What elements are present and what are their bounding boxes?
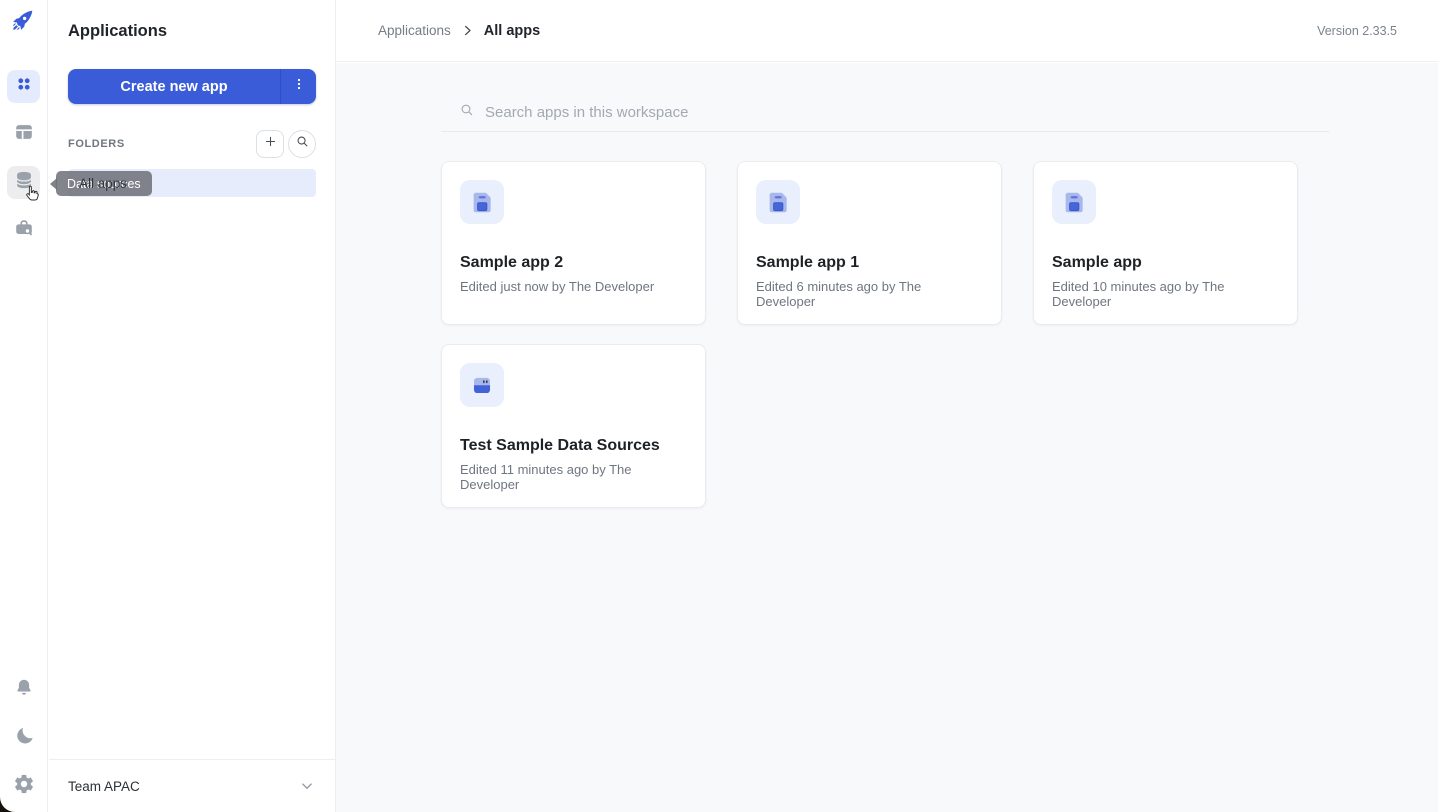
team-name: Team APAC — [68, 779, 140, 794]
app-card-title: Sample app 2 — [460, 254, 687, 272]
app-card-meta: Edited just now by The Developer — [460, 279, 687, 294]
app-card-grid: Sample app 2 Edited just now by The Deve… — [441, 161, 1361, 508]
app-card-meta: Edited 10 minutes ago by The Developer — [1052, 279, 1279, 309]
team-selector[interactable]: Team APAC — [49, 759, 335, 812]
screen-corner-artifact — [0, 795, 17, 812]
data-wallet-icon — [469, 372, 495, 398]
app-card[interactable]: Sample app Edited 10 minutes ago by The … — [1033, 161, 1298, 325]
app-icon-tile — [1052, 180, 1096, 224]
app-icon-tile — [460, 180, 504, 224]
moon-icon — [13, 725, 35, 752]
app-icon — [765, 189, 791, 215]
app-card[interactable]: Sample app 1 Edited 6 minutes ago by The… — [737, 161, 1002, 325]
kebab-icon — [291, 76, 307, 97]
app-icon — [469, 189, 495, 215]
app-card-title: Sample app — [1052, 254, 1279, 272]
app-card-meta: Edited 6 minutes ago by The Developer — [756, 279, 983, 309]
chevron-down-icon[interactable] — [298, 777, 316, 795]
version-label: Version 2.33.5 — [1317, 24, 1397, 38]
chevron-right-icon — [460, 23, 475, 38]
app-card[interactable]: Test Sample Data Sources Edited 11 minut… — [441, 344, 706, 508]
app-card-meta: Edited 11 minutes ago by The Developer — [460, 462, 687, 492]
mouse-cursor — [22, 183, 41, 209]
breadcrumb-root[interactable]: Applications — [378, 23, 451, 38]
plus-icon — [263, 134, 278, 154]
table-layout-icon — [13, 121, 35, 148]
app-icon — [1061, 189, 1087, 215]
sidebar-title: Applications — [68, 22, 167, 41]
search-input[interactable] — [485, 104, 985, 121]
search-folders-button[interactable] — [288, 130, 316, 158]
rail-item-apps[interactable] — [7, 70, 40, 103]
content-area: Sample app 2 Edited just now by The Deve… — [336, 63, 1438, 812]
search-icon — [459, 102, 475, 123]
rocket-logo — [10, 6, 37, 38]
rail-item-toolbox[interactable] — [7, 214, 40, 247]
app-card-title: Sample app 1 — [756, 254, 983, 272]
rail-item-theme[interactable] — [7, 722, 40, 755]
add-folder-button[interactable] — [256, 130, 284, 158]
main-area: Applications All apps Version 2.33.5 — [336, 0, 1438, 812]
folder-item-label: All apps — [79, 176, 127, 191]
rail-item-notifications[interactable] — [7, 674, 40, 707]
icon-rail — [0, 0, 48, 812]
create-app-menu-button[interactable] — [281, 69, 316, 104]
top-bar: Applications All apps Version 2.33.5 — [336, 0, 1438, 62]
app-card-title: Test Sample Data Sources — [460, 437, 687, 455]
breadcrumb-current: All apps — [484, 23, 540, 39]
briefcase-key-icon — [13, 217, 35, 244]
sidebar: Applications Create new app FOLDERS — [49, 0, 336, 812]
rail-item-tables[interactable] — [7, 118, 40, 151]
create-new-app-button[interactable]: Create new app — [68, 69, 316, 104]
app-logo[interactable] — [10, 0, 37, 44]
app-card[interactable]: Sample app 2 Edited just now by The Deve… — [441, 161, 706, 325]
app-icon-tile — [756, 180, 800, 224]
search-icon — [295, 134, 310, 154]
create-new-app-label[interactable]: Create new app — [68, 69, 280, 104]
folders-label: FOLDERS — [68, 138, 125, 150]
grid-apps-icon — [13, 73, 35, 100]
folders-header: FOLDERS — [68, 130, 316, 158]
bell-icon — [13, 677, 35, 704]
app-icon-tile — [460, 363, 504, 407]
app-search-bar[interactable] — [441, 93, 1329, 132]
